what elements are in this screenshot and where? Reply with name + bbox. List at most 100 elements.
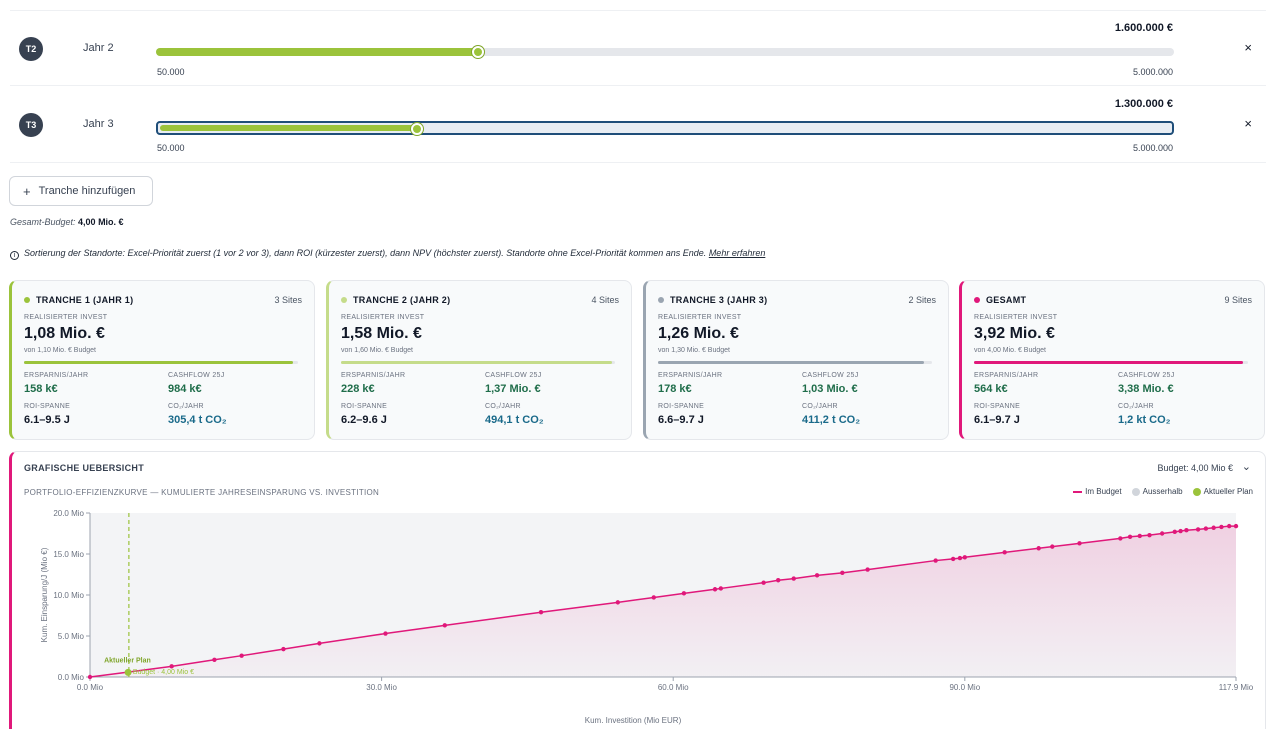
data-point: [1077, 541, 1082, 546]
tranche-badge: T3: [19, 113, 43, 137]
card-title-text: TRANCHE 1 (JAHR 1): [36, 295, 134, 305]
tranche-badge: T2: [19, 37, 43, 61]
co2-value: 411,2 t CO₂: [802, 414, 861, 426]
tranche-slider[interactable]: [156, 121, 1174, 135]
y-axis-label: Kum. Einsparung/J (Mio €): [40, 547, 49, 642]
x-tick-label: 30.0 Mio: [366, 683, 397, 692]
budget-line-label: Budget · 4,00 Mio €: [133, 669, 194, 676]
current-plan-label: Aktueller Plan: [104, 657, 151, 664]
invest-label: REALISIERTER INVEST: [974, 314, 1058, 321]
card-dot: [24, 297, 30, 303]
data-point: [962, 555, 968, 560]
learn-more-link[interactable]: Mehr erfahren: [709, 248, 766, 258]
card-sites: 2 Sites: [908, 295, 936, 305]
ersparnis-value: 564 k€: [974, 383, 1008, 395]
co2-value: 494,1 t CO₂: [485, 414, 544, 426]
tranche-year-label: Jahr 3: [83, 118, 114, 130]
data-point: [840, 570, 845, 576]
roi-label: ROI-SPANNE: [24, 403, 71, 410]
data-point: [317, 641, 322, 646]
slider-fill: [156, 48, 478, 56]
data-point: [865, 567, 870, 572]
data-point: [1195, 527, 1201, 532]
efficiency-curve-chart: 0.0 Mio 30.0 Mio 60.0 Mio 90.0 Mio 117.9 Mio…: [40, 509, 1254, 725]
roi-label: ROI-SPANNE: [341, 403, 388, 410]
data-point: [957, 555, 963, 561]
tranche-amount: 1.600.000 €: [1114, 22, 1173, 34]
roi-value: 6.6–9.7 J: [658, 414, 704, 426]
card-title: TRANCHE 3 (JAHR 3): [658, 295, 767, 305]
page: T2 Jahr 2 1.600.000 € 50.000 5.000.000 ×…: [0, 0, 1280, 729]
roi-value: 6.1–9.5 J: [24, 414, 70, 426]
data-point: [933, 558, 938, 563]
data-point: [950, 556, 956, 562]
data-point: [239, 653, 244, 658]
summary-card: GESAMT 9 Sites REALISIERTER INVEST 3,92 Mio…: [959, 280, 1265, 440]
data-point: [169, 664, 174, 669]
plus-icon: +: [23, 183, 31, 199]
x-tick-label: 90.0 Mio: [949, 683, 980, 692]
card-title: TRANCHE 2 (JAHR 2): [341, 295, 450, 305]
sort-info: i Sortierung der Standorte: Excel-Priorit…: [10, 248, 765, 260]
roi-value: 6.2–9.6 J: [341, 414, 387, 426]
x-tick-label: 117.9 Mio: [1219, 683, 1254, 692]
data-point: [1118, 536, 1123, 541]
slider-fill: [160, 125, 420, 131]
co2-label: CO₂/JAHR: [1118, 403, 1154, 410]
cashflow-value: 3,38 Mio. €: [1118, 383, 1174, 395]
tranche-year-label: Jahr 2: [83, 42, 114, 54]
invest-progress-fill: [658, 361, 924, 364]
close-icon[interactable]: ×: [1244, 40, 1252, 55]
cashflow-value: 1,37 Mio. €: [485, 383, 541, 395]
tranche-slider[interactable]: [156, 46, 1174, 58]
add-tranche-button[interactable]: + Tranche hinzufügen: [9, 176, 153, 206]
x-axis-label: Kum. Investition (Mio EUR): [585, 716, 682, 725]
card-dot: [658, 297, 664, 303]
invest-budget: von 1,30 Mio. € Budget: [658, 347, 730, 354]
data-point: [1233, 523, 1239, 529]
invest-progress: [658, 361, 932, 364]
tranche-row-t2: T2 Jahr 2 1.600.000 € 50.000 5.000.000 ×: [10, 10, 1266, 86]
data-point: [1127, 534, 1133, 539]
roi-label: ROI-SPANNE: [658, 403, 705, 410]
card-title-text: TRANCHE 3 (JAHR 3): [670, 295, 768, 305]
data-point: [1137, 533, 1142, 539]
close-icon[interactable]: ×: [1244, 116, 1252, 131]
card-title-text: GESAMT: [986, 295, 1027, 305]
tranche-row-t3: T3 Jahr 3 1.300.000 € 50.000 5.000.000 ×: [10, 87, 1266, 163]
y-tick-label: 0.0 Mio: [58, 673, 85, 682]
invest-value: 1,58 Mio. €: [341, 325, 422, 342]
ersparnis-label: ERSPARNIS/JAHR: [658, 372, 723, 379]
invest-progress: [341, 361, 615, 364]
data-point: [761, 580, 766, 585]
data-point: [791, 576, 796, 581]
cashflow-label: CASHFLOW 25J: [485, 372, 542, 379]
y-tick-label: 10.0 Mio: [53, 591, 84, 600]
total-budget: Gesamt-Budget: 4,00 Mio. €: [10, 217, 124, 227]
invest-budget: von 1,10 Mio. € Budget: [24, 347, 96, 354]
card-title: GESAMT: [974, 295, 1026, 305]
slider-thumb[interactable]: [471, 46, 484, 58]
slider-thumb[interactable]: [411, 123, 424, 135]
card-title: TRANCHE 1 (JAHR 1): [24, 295, 133, 305]
data-point: [442, 623, 447, 628]
card-sites: 9 Sites: [1224, 295, 1252, 305]
data-point: [87, 674, 93, 680]
y-tick-label: 5.0 Mio: [58, 632, 85, 641]
data-point: [212, 657, 217, 662]
tranche-amount: 1.300.000 €: [1114, 98, 1173, 110]
invest-label: REALISIERTER INVEST: [24, 314, 108, 321]
data-point: [681, 591, 687, 596]
card-dot: [974, 297, 980, 303]
card-sites: 3 Sites: [274, 295, 302, 305]
data-point: [1159, 531, 1165, 536]
ersparnis-value: 158 k€: [24, 383, 58, 395]
data-point: [1226, 523, 1232, 529]
invest-label: REALISIERTER INVEST: [658, 314, 742, 321]
summary-card: TRANCHE 2 (JAHR 2) 4 Sites REALISIERTER IN…: [326, 280, 632, 440]
ersparnis-label: ERSPARNIS/JAHR: [24, 372, 89, 379]
co2-label: CO₂/JAHR: [485, 403, 521, 410]
slider-min-label: 50.000: [157, 143, 185, 153]
co2-value: 305,4 t CO₂: [168, 414, 227, 426]
invest-value: 1,08 Mio. €: [24, 325, 105, 342]
